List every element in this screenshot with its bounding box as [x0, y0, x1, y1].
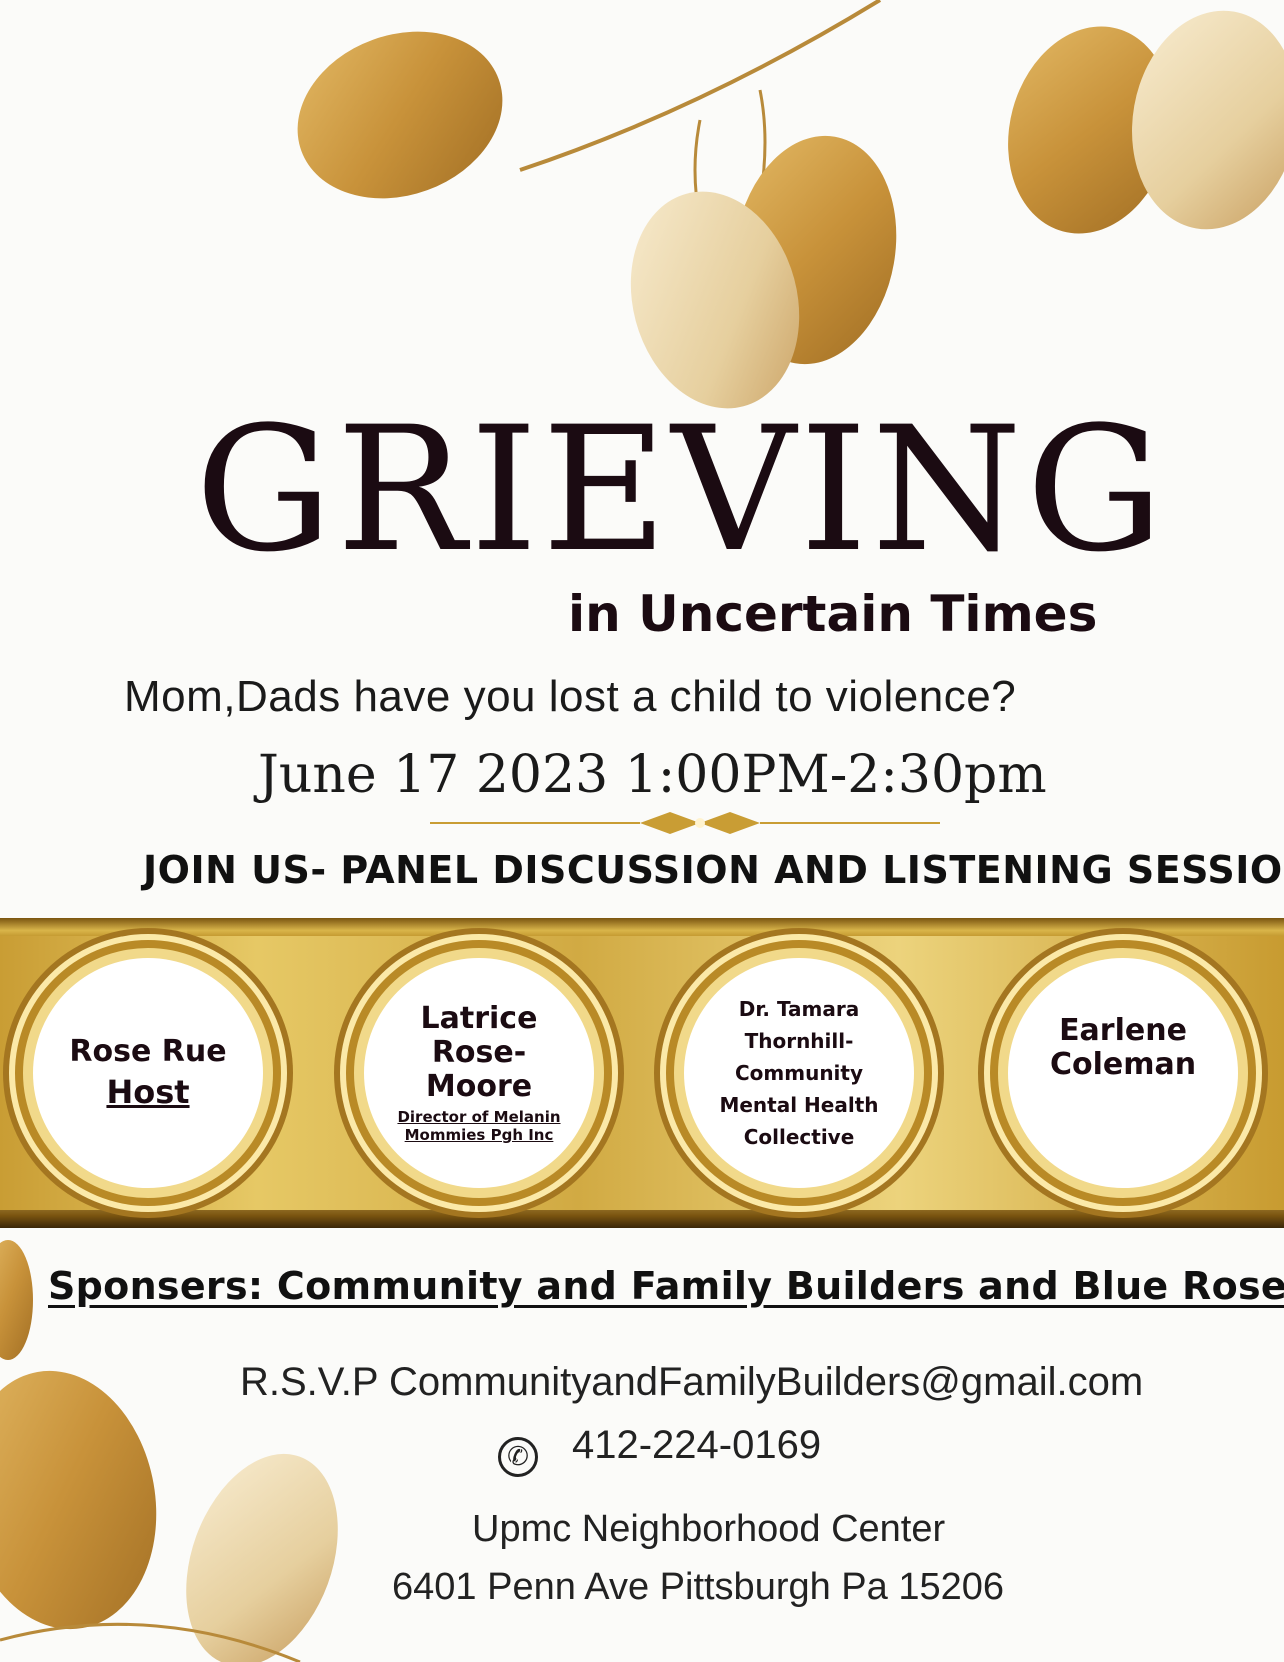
join-heading: JOIN US- PANEL DISCUSSION AND LISTENING … [143, 848, 1284, 892]
speaker-card: Dr. Tamara Thornhill- Community Mental H… [684, 958, 914, 1188]
leaf-icon [0, 1240, 33, 1360]
venue-address: 6401 Penn Ave Pittsburgh Pa 15206 [392, 1566, 1005, 1608]
leaf-icon [0, 1370, 157, 1630]
speaker-card: Latrice Rose-Moore Director of Melanin M… [364, 958, 594, 1188]
speaker-name: Latrice Rose-Moore [420, 1001, 538, 1104]
venue-name: Upmc Neighborhood Center [472, 1508, 946, 1550]
main-title: GRIEVING [195, 389, 1168, 590]
subtitle: in Uncertain Times [568, 585, 1098, 643]
speaker-role: Host [106, 1073, 190, 1111]
ornament-divider-icon [430, 812, 940, 834]
rsvp-email[interactable]: R.S.V.P CommunityandFamilyBuilders@gmail… [240, 1360, 1143, 1405]
sponsors-line: Sponsers: Community and Family Builders … [48, 1264, 1284, 1308]
question-text: Mom,Dads have you lost a child to violen… [124, 672, 1017, 721]
gold-leaves-decoration [0, 0, 1284, 1662]
speaker-role: Community Mental Health Collective [719, 1061, 879, 1149]
speaker-card: Earlene Coleman [1008, 958, 1238, 1188]
speaker-role: Director of Melanin Mommies Pgh Inc [397, 1108, 561, 1144]
speaker-name: Dr. Tamara Thornhill- [738, 997, 860, 1053]
speaker-name: Earlene Coleman [1049, 1013, 1197, 1082]
speaker-name: Rose Rue [69, 1034, 227, 1069]
leaf-icon [1132, 10, 1284, 230]
leaf-icon [186, 1453, 338, 1662]
phone-icon: ✆ [498, 1437, 538, 1477]
phone-number[interactable]: 412-224-0169 [572, 1423, 821, 1468]
speaker-card: Rose Rue Host [33, 958, 263, 1188]
leaf-icon [297, 31, 503, 199]
event-date: June 17 2023 1:00PM-2:30pm [258, 745, 1047, 805]
